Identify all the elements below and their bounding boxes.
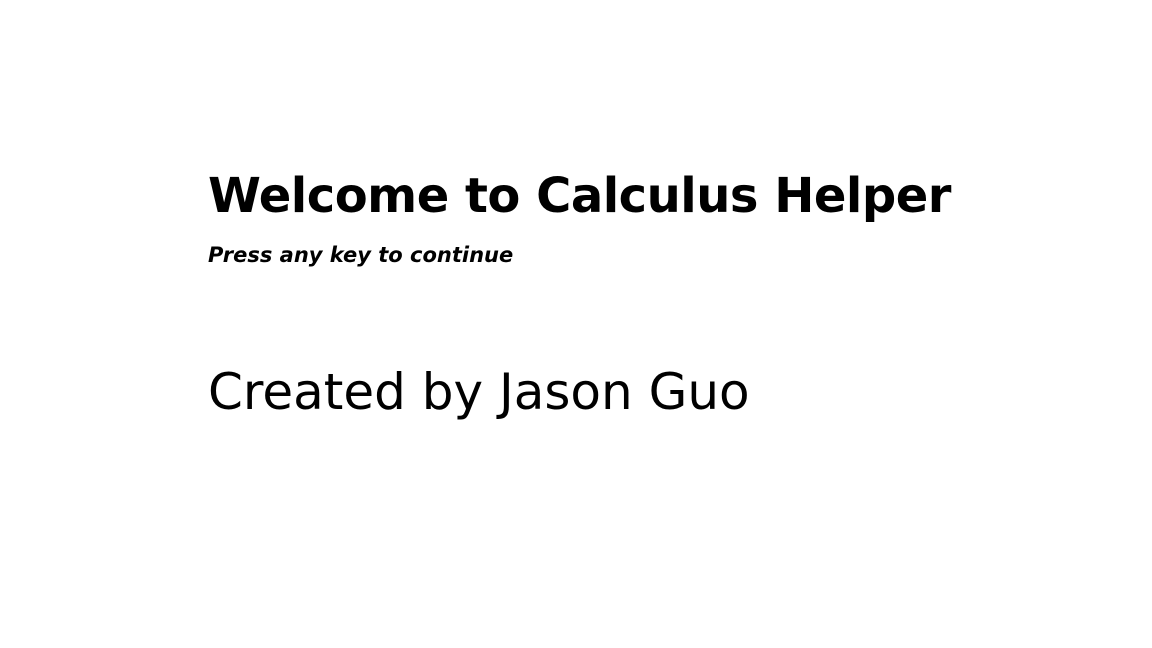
- author-credit: Created by Jason Guo: [208, 363, 750, 421]
- continue-prompt: Press any key to continue: [208, 243, 514, 267]
- welcome-title: Welcome to Calculus Helper: [208, 168, 951, 224]
- welcome-screen[interactable]: Welcome to Calculus Helper Press any key…: [0, 0, 1152, 648]
